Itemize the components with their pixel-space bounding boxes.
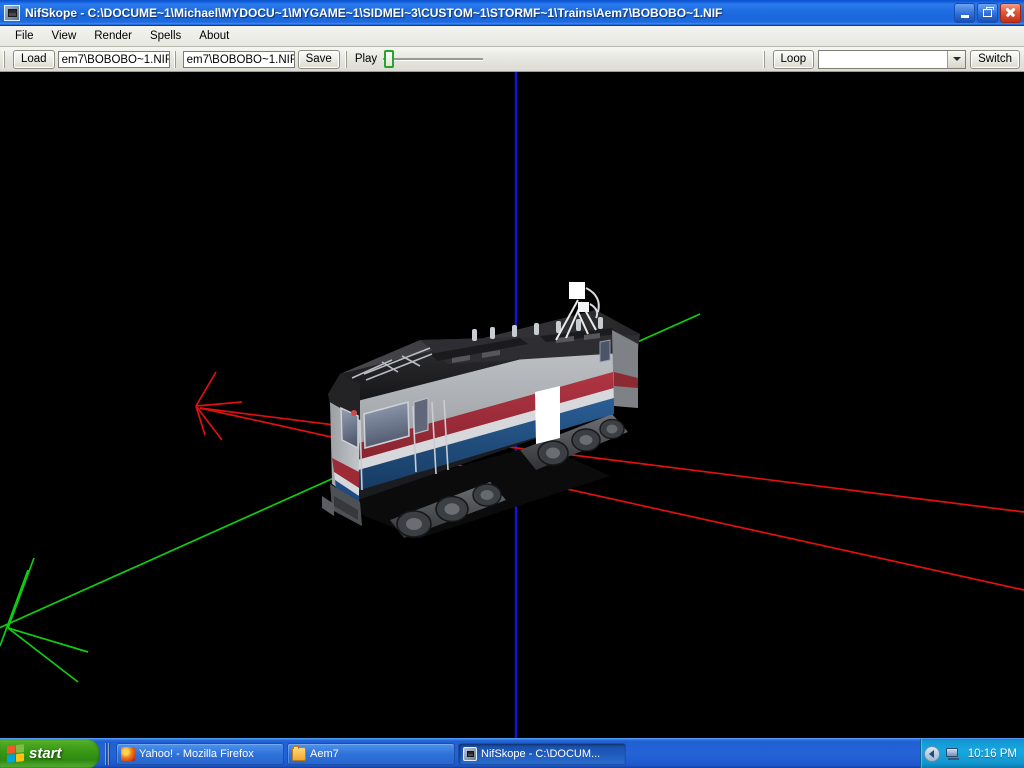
toolbar-grip-sequence[interactable] xyxy=(762,50,768,68)
toolbar-grip-animation[interactable] xyxy=(344,50,350,68)
window-title: NifSkope - C:\DOCUME~1\Michael\MYDOCU~1\… xyxy=(25,5,723,20)
taskbar-item-aem7[interactable]: Aem7 xyxy=(287,742,455,765)
menu-item-view[interactable]: View xyxy=(43,28,86,45)
system-tray: 10:16 PM xyxy=(919,738,1024,768)
clock[interactable]: 10:16 PM xyxy=(968,748,1017,760)
render-viewport[interactable] xyxy=(0,72,1024,738)
taskbar-item-label: Yahoo! - Mozilla Firefox xyxy=(139,747,254,760)
sequence-select[interactable] xyxy=(818,49,967,69)
window-controls xyxy=(954,2,1021,23)
load-path-input[interactable]: em7\BOBOBO~1.NIF xyxy=(57,50,170,68)
marker-light xyxy=(351,410,357,416)
pantograph-contact-plate xyxy=(569,282,585,299)
menu-bar: File View Render Spells About xyxy=(0,26,1024,47)
chevron-down-icon[interactable] xyxy=(947,50,966,68)
sequence-select-value xyxy=(819,51,947,68)
minimize-button[interactable] xyxy=(954,2,975,23)
load-button[interactable]: Load xyxy=(13,49,55,69)
switch-button[interactable]: Switch xyxy=(970,49,1020,69)
menu-item-about[interactable]: About xyxy=(190,28,238,45)
firefox-icon xyxy=(121,746,135,761)
animation-slider[interactable] xyxy=(383,50,484,68)
chevron-left-icon[interactable] xyxy=(923,745,940,762)
untextured-decal-panel xyxy=(535,386,560,444)
viewport-canvas xyxy=(0,72,1024,738)
window-titlebar[interactable]: NifSkope - C:\DOCUME~1\Michael\MYDOCU~1\… xyxy=(0,0,1024,26)
start-button-label: start xyxy=(29,745,62,762)
nifskope-app-icon xyxy=(4,4,20,21)
start-button[interactable]: start xyxy=(0,738,100,768)
loop-button[interactable]: Loop xyxy=(772,49,815,69)
save-button[interactable]: Save xyxy=(297,49,340,69)
save-path-input[interactable]: em7\BOBOBO~1.NIF xyxy=(182,50,295,68)
main-toolbar: Load em7\BOBOBO~1.NIF em7\BOBOBO~1.NIF S… xyxy=(0,47,1024,72)
taskbar-item-label: NifSkope - C:\DOCUM... xyxy=(481,747,601,760)
close-button[interactable] xyxy=(1000,2,1021,23)
menu-item-render[interactable]: Render xyxy=(85,28,141,45)
taskbar-item-nifskope[interactable]: NifSkope - C:\DOCUM... xyxy=(458,742,626,765)
menu-item-spells[interactable]: Spells xyxy=(141,28,190,45)
toolbar-grip-save[interactable] xyxy=(173,50,179,68)
play-label: Play xyxy=(354,53,378,65)
nifskope-icon xyxy=(463,746,477,761)
taskbar-item-firefox[interactable]: Yahoo! - Mozilla Firefox xyxy=(116,742,284,765)
animation-slider-handle[interactable] xyxy=(384,50,395,68)
desktop: NifSkope - C:\DOCUME~1\Michael\MYDOCU~1\… xyxy=(0,0,1024,768)
menu-item-file[interactable]: File xyxy=(6,28,43,45)
taskbar: start Yahoo! - Mozilla Firefox Aem7 NifS… xyxy=(0,738,1024,768)
pantograph-head-block xyxy=(578,302,589,312)
taskbar-grip[interactable] xyxy=(105,742,111,765)
animation-slider-track xyxy=(383,58,484,61)
taskbar-item-label: Aem7 xyxy=(310,747,339,760)
network-icon[interactable] xyxy=(945,747,961,760)
side-windows xyxy=(599,339,611,363)
toolbar-grip-file[interactable] xyxy=(3,50,8,68)
restore-button[interactable] xyxy=(977,2,998,23)
windows-logo-icon xyxy=(7,744,24,763)
folder-icon xyxy=(292,745,306,761)
